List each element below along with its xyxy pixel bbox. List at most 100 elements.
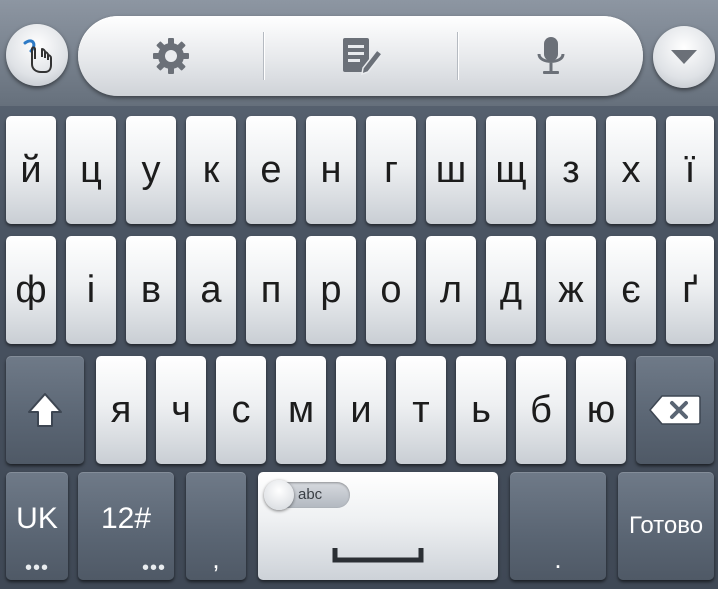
key-label: ю (586, 389, 616, 431)
key-label: а (200, 269, 222, 311)
microphone-icon (537, 37, 564, 74)
key-label: с (231, 389, 251, 431)
key-label: ч (171, 389, 191, 431)
key-label: л (439, 269, 463, 311)
abc-toggle[interactable]: abc (264, 480, 350, 510)
swype-hand-icon (23, 39, 52, 73)
key-label: ь (471, 389, 491, 431)
key-letter[interactable]: ф (6, 236, 56, 344)
key-label: п (260, 269, 282, 311)
key-letter[interactable]: ґ (666, 236, 714, 344)
suggestion-toolbar (0, 0, 718, 106)
key-letter[interactable]: с (216, 356, 266, 464)
shift-key[interactable] (6, 356, 84, 464)
key-letter[interactable]: х (606, 116, 656, 224)
edit-button[interactable] (264, 16, 457, 96)
key-letter[interactable]: о (366, 236, 416, 344)
key-letter[interactable]: ч (156, 356, 206, 464)
key-letter[interactable]: ц (66, 116, 116, 224)
key-letter[interactable]: р (306, 236, 356, 344)
key-letter[interactable]: т (396, 356, 446, 464)
done-key[interactable]: Готово (618, 472, 714, 580)
key-label: н (320, 149, 342, 191)
key-letter[interactable]: к (186, 116, 236, 224)
key-letter[interactable]: ж (546, 236, 596, 344)
key-label: м (287, 389, 315, 431)
key-letter[interactable]: в (126, 236, 176, 344)
key-label: ц (80, 149, 102, 191)
key-letter[interactable]: ї (666, 116, 714, 224)
key-letter[interactable]: м (276, 356, 326, 464)
toggle-label: abc (298, 486, 323, 503)
backspace-key[interactable] (636, 356, 714, 464)
key-label: р (320, 269, 342, 311)
key-label: є (621, 269, 641, 311)
space-key[interactable]: abc (258, 472, 498, 580)
keyboard: й ц у к е н г ш щ з х ї ф і в а п р о л … (0, 0, 718, 589)
key-label: в (140, 269, 162, 311)
key-label: ф (15, 269, 47, 311)
key-label: ї (684, 149, 696, 191)
key-letter[interactable]: щ (486, 116, 536, 224)
key-label: ш (435, 149, 467, 191)
more-options-dots: ••• (141, 557, 166, 579)
key-letter[interactable]: л (426, 236, 476, 344)
key-letter[interactable]: н (306, 116, 356, 224)
key-label: ґ (682, 269, 698, 311)
key-letter[interactable]: п (246, 236, 296, 344)
key-label: UK (16, 502, 58, 535)
settings-button[interactable] (78, 16, 263, 96)
period-key[interactable]: . (510, 472, 606, 580)
key-label: к (202, 149, 220, 191)
key-label: і (86, 269, 96, 311)
shift-arrow-icon (28, 393, 62, 427)
key-label: х (621, 149, 641, 191)
key-label: я (110, 389, 132, 431)
key-label: щ (495, 149, 527, 191)
key-label: Готово (628, 512, 704, 539)
key-label: т (412, 389, 430, 431)
key-letter[interactable]: є (606, 236, 656, 344)
key-label: й (20, 149, 42, 191)
key-letter[interactable]: и (336, 356, 386, 464)
key-label: у (141, 149, 161, 191)
toggle-knob (264, 480, 294, 510)
key-label: д (499, 269, 523, 311)
key-letter[interactable]: г (366, 116, 416, 224)
key-letter[interactable]: а (186, 236, 236, 344)
key-letter[interactable]: й (6, 116, 56, 224)
comma-key[interactable]: , (186, 472, 246, 580)
key-label: б (530, 389, 552, 431)
key-letter[interactable]: з (546, 116, 596, 224)
space-bar-icon (332, 548, 424, 563)
key-label: г (384, 149, 398, 191)
toolbar-pill (78, 16, 643, 96)
voice-input-button[interactable] (458, 16, 643, 96)
key-letter[interactable]: і (66, 236, 116, 344)
gear-icon (152, 38, 189, 74)
key-letter[interactable]: е (246, 116, 296, 224)
key-letter[interactable]: ю (576, 356, 626, 464)
swype-button[interactable] (6, 24, 68, 86)
notepad-pencil-icon (342, 38, 383, 76)
key-label: и (350, 389, 372, 431)
key-letter[interactable]: б (516, 356, 566, 464)
key-letter[interactable]: д (486, 236, 536, 344)
backspace-icon (649, 395, 701, 425)
language-key[interactable]: UK ••• (6, 472, 68, 580)
key-label: 12# (100, 502, 152, 535)
key-label: , (212, 544, 220, 574)
key-letter[interactable]: ш (426, 116, 476, 224)
key-letter[interactable]: у (126, 116, 176, 224)
key-letter[interactable]: ь (456, 356, 506, 464)
hide-keyboard-button[interactable] (653, 26, 715, 88)
key-label: е (260, 149, 282, 191)
key-label: о (380, 269, 402, 311)
key-letter[interactable]: я (96, 356, 146, 464)
key-label: з (562, 149, 580, 191)
triangle-down-icon (671, 50, 697, 64)
symbols-key[interactable]: 12# ••• (78, 472, 174, 580)
more-options-dots: ••• (24, 557, 49, 579)
key-label: ж (558, 269, 584, 311)
key-label: . (554, 544, 562, 574)
